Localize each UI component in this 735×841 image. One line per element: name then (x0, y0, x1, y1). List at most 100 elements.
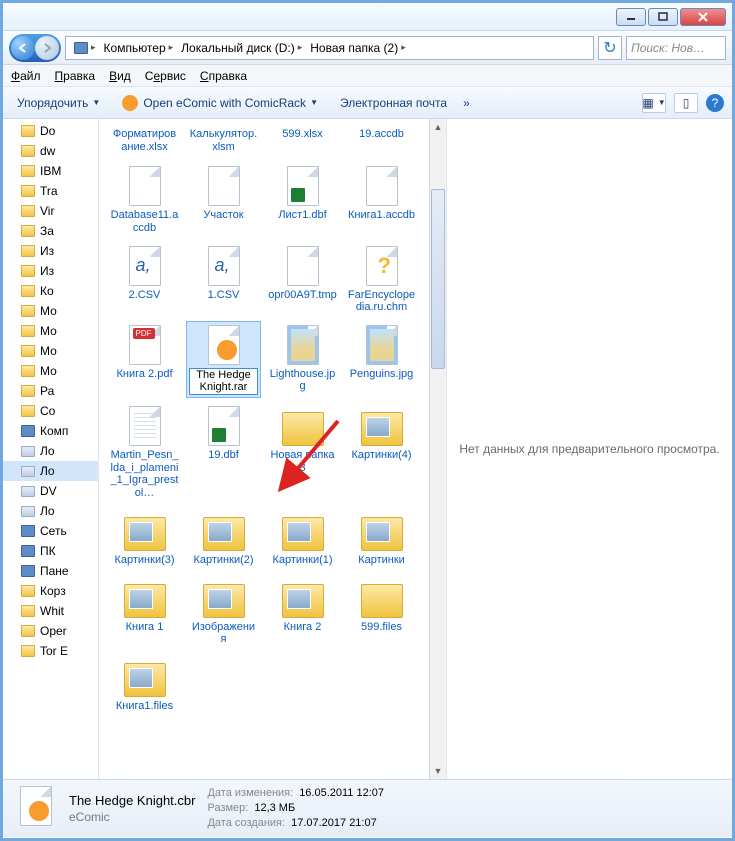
menu-file[interactable]: Файл (11, 69, 41, 83)
sidebar-item[interactable]: Мо (3, 361, 98, 381)
sidebar-item[interactable]: Из (3, 261, 98, 281)
close-button[interactable] (680, 8, 726, 26)
sidebar-item[interactable]: Ло (3, 461, 98, 481)
file-item[interactable]: 19.dbf (186, 402, 261, 503)
organize-button[interactable]: Упорядочить▼ (11, 92, 106, 114)
sidebar-item[interactable]: Мо (3, 341, 98, 361)
sidebar-item[interactable]: Tra (3, 181, 98, 201)
file-item[interactable]: Database11.accdb (107, 162, 182, 237)
breadcrumb[interactable]: ▸ Компьютер▸ Локальный диск (D:)▸ Новая … (65, 36, 594, 60)
file-item[interactable]: Картинки(2) (186, 507, 261, 570)
sidebar-item[interactable]: Do (3, 121, 98, 141)
open-comic-button[interactable]: Open eComic with ComicRack▼ (116, 91, 324, 115)
file-item[interactable]: 599.xlsx (265, 123, 340, 156)
maximize-button[interactable] (648, 8, 678, 26)
file-item[interactable]: Калькулятор.xlsm (186, 123, 261, 156)
minimize-button[interactable] (616, 8, 646, 26)
file-item[interactable]: Penguins.jpg (344, 321, 419, 398)
sidebar-item[interactable]: Ло (3, 441, 98, 461)
file-label: Книга 2.pdf (116, 368, 172, 381)
breadcrumb-item[interactable]: Локальный диск (D:)▸ (177, 37, 306, 59)
folder-icon (21, 165, 35, 177)
sidebar-item[interactable]: Комп (3, 421, 98, 441)
back-button[interactable] (11, 36, 35, 60)
file-item[interactable]: Форматирование.xlsx (107, 123, 182, 156)
sidebar-item[interactable]: Корз (3, 581, 98, 601)
menu-help[interactable]: Справка (200, 69, 247, 83)
email-button[interactable]: Электронная почта (334, 92, 453, 114)
file-item[interactable]: Martin_Pesn_lda_i_plameni_1_Igra_prestol… (107, 402, 182, 503)
file-item[interactable]: 1.CSV (186, 242, 261, 317)
sidebar-item[interactable]: Сеть (3, 521, 98, 541)
sidebar-item[interactable]: IBM (3, 161, 98, 181)
folder-icon (21, 345, 35, 357)
sidebar-item[interactable]: Мо (3, 301, 98, 321)
file-item[interactable]: Новая папка 3 (265, 402, 340, 503)
sidebar-item[interactable]: Oper (3, 621, 98, 641)
file-label: Калькулятор.xlsm (189, 128, 258, 153)
files-pane[interactable]: Форматирование.xlsx Калькулятор.xlsm 599.x… (99, 119, 429, 779)
file-label: Database11.accdb (110, 209, 179, 234)
sidebar-item[interactable]: Ло (3, 501, 98, 521)
sidebar-item[interactable]: Со (3, 401, 98, 421)
files-scrollbar[interactable]: ▲▼ (429, 119, 446, 779)
folderthumb-icon (203, 584, 245, 618)
file-item[interactable]: Книга1.accdb (344, 162, 419, 237)
file-label: Картинки(4) (351, 449, 411, 462)
file-item[interactable]: Картинки(1) (265, 507, 340, 570)
file-item[interactable]: Картинки (344, 507, 419, 570)
view-options-button[interactable]: ▦ ▼ (642, 93, 666, 113)
breadcrumb-home-icon[interactable]: ▸ (70, 37, 100, 59)
sidebar-item[interactable]: Пане (3, 561, 98, 581)
sidebar-item[interactable]: dw (3, 141, 98, 161)
sidebar-item[interactable]: Мо (3, 321, 98, 341)
sidebar-item[interactable]: Ко (3, 281, 98, 301)
refresh-button[interactable]: ↻ (598, 36, 622, 60)
menu-tools[interactable]: Сервис (145, 69, 186, 83)
sidebar-item[interactable]: Ра (3, 381, 98, 401)
sidebar-item[interactable]: Из (3, 241, 98, 261)
file-item[interactable]: The Hedge Knight.rar (186, 321, 261, 398)
scrollbar-thumb[interactable] (431, 189, 445, 369)
drive-icon (21, 466, 35, 477)
file-label: Участок (203, 209, 243, 222)
file-item[interactable]: FarEncyclopedia.ru.chm (344, 242, 419, 317)
file-item[interactable]: 2.CSV (107, 242, 182, 317)
menu-edit[interactable]: Правка (55, 69, 96, 83)
file-item[interactable]: Книга 1 (107, 574, 182, 649)
file-item[interactable]: Картинки(3) (107, 507, 182, 570)
file-item[interactable]: Lighthouse.jpg (265, 321, 340, 398)
file-item[interactable]: Книга 2 (265, 574, 340, 649)
file-item[interactable]: Картинки(4) (344, 402, 419, 503)
preview-pane-button[interactable]: ▯ (674, 93, 698, 113)
file-item[interactable]: Изображения (186, 574, 261, 649)
file-item[interactable]: Книга1.files (107, 653, 182, 716)
file-item[interactable]: 599.files (344, 574, 419, 649)
sidebar-item[interactable]: Vir (3, 201, 98, 221)
sidebar-item[interactable]: ПК (3, 541, 98, 561)
file-item[interactable]: 19.accdb (344, 123, 419, 156)
breadcrumb-item[interactable]: Новая папка (2)▸ (306, 37, 409, 59)
overflow-icon[interactable]: » (463, 96, 470, 110)
search-input[interactable]: Поиск: Нов… (626, 36, 726, 60)
sidebar-item[interactable]: Whit (3, 601, 98, 621)
sidebar-item[interactable]: DV (3, 481, 98, 501)
menu-view[interactable]: Вид (109, 69, 131, 83)
main-area: DodwIBMTraVirЗаИзИзКоМоМоМоМоРаСоКомпЛоЛ… (3, 119, 732, 779)
folderthumb-icon (124, 663, 166, 697)
file-item[interactable]: Участок (186, 162, 261, 237)
file-item[interactable]: Лист1.dbf (265, 162, 340, 237)
file-label: FarEncyclopedia.ru.chm (347, 289, 416, 314)
breadcrumb-item[interactable]: Компьютер▸ (100, 37, 178, 59)
pdf-icon (129, 325, 161, 365)
file-label: Книга1.files (116, 700, 173, 713)
folder-icon (21, 405, 35, 417)
sidebar-item[interactable]: Tor E (3, 641, 98, 661)
file-item[interactable]: Книга 2.pdf (107, 321, 182, 398)
forward-button[interactable] (35, 36, 59, 60)
help-button[interactable]: ? (706, 94, 724, 112)
file-label[interactable]: The Hedge Knight.rar (189, 368, 258, 395)
file-label: 2.CSV (129, 289, 161, 302)
file-item[interactable]: opr00A9T.tmp (265, 242, 340, 317)
sidebar-item[interactable]: За (3, 221, 98, 241)
